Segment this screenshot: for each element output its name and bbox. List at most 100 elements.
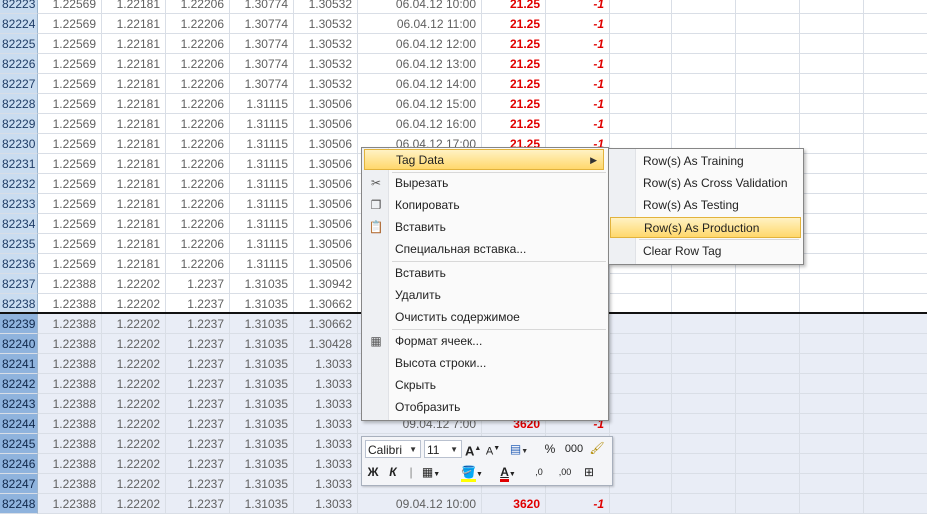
table-cell[interactable] (864, 374, 927, 394)
table-cell[interactable]: 1.22181 (102, 214, 166, 234)
menu-item[interactable]: Очистить содержимое (364, 307, 604, 328)
table-cell[interactable] (610, 294, 672, 314)
table-cell[interactable] (672, 14, 736, 34)
row-header[interactable]: 82236 (0, 254, 38, 274)
table-cell[interactable] (864, 34, 927, 54)
table-cell[interactable]: 1.22569 (38, 34, 102, 54)
table-cell[interactable]: 1.22202 (102, 334, 166, 354)
row-header[interactable]: 82235 (0, 234, 38, 254)
table-cell[interactable]: 1.22202 (102, 414, 166, 434)
table-cell[interactable]: 1.30532 (294, 54, 358, 74)
row-header[interactable]: 82243 (0, 394, 38, 414)
table-cell[interactable] (736, 354, 800, 374)
table-cell[interactable]: 1.22569 (38, 174, 102, 194)
fill-color-button[interactable]: 🪣▼ (458, 463, 486, 482)
table-cell[interactable]: 1.22388 (38, 474, 102, 494)
table-cell[interactable]: 1.22181 (102, 74, 166, 94)
table-cell[interactable]: 1.22206 (166, 114, 230, 134)
table-cell[interactable]: 1.31035 (230, 474, 294, 494)
table-cell[interactable] (736, 474, 800, 494)
table-cell[interactable]: 1.22206 (166, 94, 230, 114)
table-cell[interactable]: 21.25 (482, 0, 546, 14)
table-cell[interactable]: 1.22202 (102, 374, 166, 394)
menu-item[interactable]: ❐ Копировать (364, 195, 604, 216)
table-cell[interactable]: 1.31035 (230, 314, 294, 334)
table-cell[interactable] (672, 54, 736, 74)
table-cell[interactable]: 1.31115 (230, 174, 294, 194)
table-cell[interactable] (610, 54, 672, 74)
table-cell[interactable]: 1.22181 (102, 254, 166, 274)
table-cell[interactable] (864, 294, 927, 314)
table-cell[interactable] (800, 294, 864, 314)
table-cell[interactable] (610, 394, 672, 414)
table-cell[interactable]: 21.25 (482, 14, 546, 34)
table-cell[interactable]: -1 (546, 34, 610, 54)
table-cell[interactable] (800, 494, 864, 514)
row-header[interactable]: 82229 (0, 114, 38, 134)
table-cell[interactable]: 1.22388 (38, 414, 102, 434)
table-cell[interactable] (736, 74, 800, 94)
menu-item[interactable]: Специальная вставка... (364, 239, 604, 260)
table-cell[interactable]: 1.31035 (230, 334, 294, 354)
table-cell[interactable] (864, 314, 927, 334)
table-cell[interactable] (672, 294, 736, 314)
row-header[interactable]: 82238 (0, 294, 38, 314)
table-cell[interactable]: 1.30506 (294, 214, 358, 234)
table-row[interactable]: 82227 1.22569 1.22181 1.22206 1.30774 1.30532… (0, 74, 927, 94)
table-cell[interactable] (864, 334, 927, 354)
table-cell[interactable] (864, 474, 927, 494)
table-cell[interactable] (800, 194, 864, 214)
table-cell[interactable] (800, 334, 864, 354)
table-cell[interactable] (736, 374, 800, 394)
table-cell[interactable]: 1.31035 (230, 394, 294, 414)
table-cell[interactable] (610, 274, 672, 294)
table-cell[interactable]: 1.31115 (230, 214, 294, 234)
table-cell[interactable] (736, 414, 800, 434)
font-size-box[interactable]: 11 ▼ (424, 440, 462, 458)
submenu-item[interactable]: Row(s) As Testing (610, 195, 801, 216)
table-cell[interactable]: 1.30428 (294, 334, 358, 354)
menu-item[interactable]: 📋 Вставить (364, 217, 604, 238)
row-header[interactable]: 82231 (0, 154, 38, 174)
table-cell[interactable]: 1.31035 (230, 354, 294, 374)
table-cell[interactable]: 1.22181 (102, 0, 166, 14)
table-cell[interactable] (672, 474, 736, 494)
table-cell[interactable]: 1.22569 (38, 214, 102, 234)
table-cell[interactable]: 1.22388 (38, 434, 102, 454)
table-cell[interactable] (610, 314, 672, 334)
table-cell[interactable]: 1.31035 (230, 494, 294, 514)
row-header[interactable]: 82226 (0, 54, 38, 74)
table-cell[interactable] (800, 74, 864, 94)
table-cell[interactable] (800, 374, 864, 394)
row-header[interactable]: 82244 (0, 414, 38, 434)
table-cell[interactable] (736, 334, 800, 354)
table-cell[interactable]: 1.31035 (230, 434, 294, 454)
table-cell[interactable] (610, 74, 672, 94)
row-header[interactable]: 82239 (0, 314, 38, 334)
table-cell[interactable]: 1.30774 (230, 54, 294, 74)
row-header[interactable]: 82225 (0, 34, 38, 54)
table-cell[interactable]: 1.22206 (166, 154, 230, 174)
table-cell[interactable]: 1.22181 (102, 134, 166, 154)
menu-item[interactable]: Вставить (364, 263, 604, 284)
table-cell[interactable] (736, 54, 800, 74)
table-cell[interactable] (672, 394, 736, 414)
row-header[interactable]: 82228 (0, 94, 38, 114)
table-cell[interactable]: 1.22569 (38, 254, 102, 274)
table-cell[interactable] (864, 234, 927, 254)
row-header[interactable]: 82232 (0, 174, 38, 194)
table-cell[interactable] (736, 114, 800, 134)
table-cell[interactable] (800, 174, 864, 194)
table-row[interactable]: 82223 1.22569 1.22181 1.22206 1.30774 1.30532… (0, 0, 927, 14)
table-cell[interactable] (800, 474, 864, 494)
table-cell[interactable]: 1.22569 (38, 0, 102, 14)
table-cell[interactable] (864, 174, 927, 194)
table-cell[interactable]: 1.3033 (294, 374, 358, 394)
table-cell[interactable]: 1.2237 (166, 434, 230, 454)
table-cell[interactable]: 3620 (482, 494, 546, 514)
table-cell[interactable]: 1.3033 (294, 494, 358, 514)
table-cell[interactable]: 1.22388 (38, 274, 102, 294)
table-cell[interactable] (800, 14, 864, 34)
table-cell[interactable] (736, 0, 800, 14)
table-cell[interactable]: 1.30532 (294, 14, 358, 34)
